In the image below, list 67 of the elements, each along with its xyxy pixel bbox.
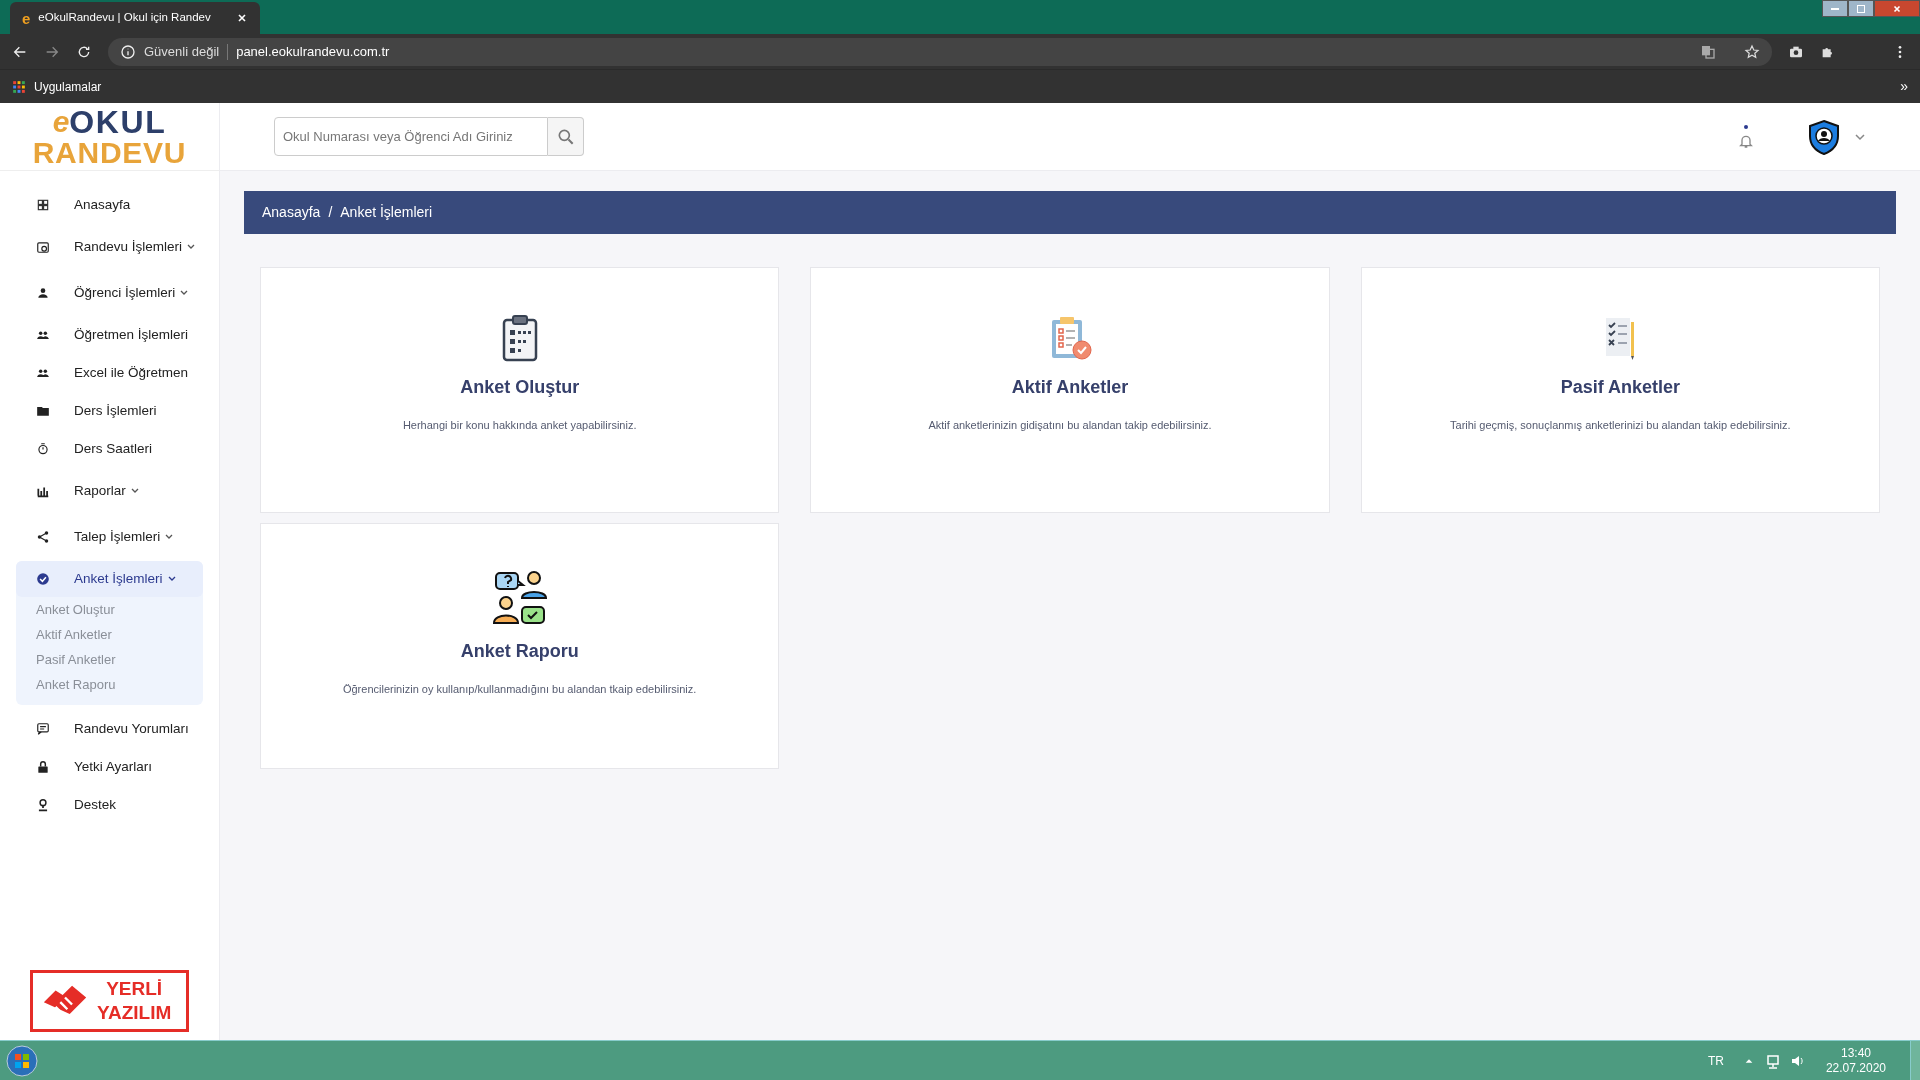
url-text: panel.eokulrandevu.com.tr xyxy=(236,42,390,61)
sidebar-item[interactable]: Ders Saatleri xyxy=(16,431,203,467)
pin-icon xyxy=(36,798,50,812)
clock-time: 13:40 xyxy=(1840,1045,1871,1061)
survey-people-icon xyxy=(491,570,548,626)
restore-button[interactable] xyxy=(1848,0,1874,17)
card-title: Anket Raporu xyxy=(460,640,579,663)
sidebar-item[interactable]: Yetki Ayarları xyxy=(16,749,203,785)
breadcrumb-separator: / xyxy=(328,203,333,222)
share-icon xyxy=(36,530,50,544)
sidebar-item[interactable]: Randevu İşlemleri xyxy=(16,229,203,265)
sidebar-item[interactable]: Ders İşlemleri xyxy=(16,393,203,429)
notification-button[interactable] xyxy=(1738,124,1754,149)
lock-icon xyxy=(36,760,50,774)
chat-icon xyxy=(36,722,50,736)
grid-icon xyxy=(36,198,50,212)
sidebar-item[interactable]: Destek xyxy=(16,787,203,823)
folder-icon xyxy=(36,404,50,418)
sidebar-item[interactable]: Talep İşlemleri xyxy=(16,519,203,555)
survey-card[interactable]: Anket Raporu Öğrencilerinizin oy kullanıp/kullanmadığını bu alandan tkaip edebilirsiniz. xyxy=(260,523,780,769)
survey-card[interactable]: Anket Oluştur Herhangi bir konu hakkında anket yapabilirsiniz. xyxy=(260,267,780,513)
close-icon xyxy=(236,12,248,24)
stopwatch-icon xyxy=(36,442,50,456)
tab-title: eOkulRandevu | Okul için Randev xyxy=(38,10,212,26)
info-icon xyxy=(120,43,136,60)
search-field[interactable]: Okul Numarası veya Öğrenci Adı Giriniz xyxy=(274,117,548,156)
logo-text: RANDEVU xyxy=(32,137,187,168)
clock-date: 22.07.2020 xyxy=(1825,1060,1886,1076)
sidebar-item[interactable]: Excel ile Öğretmen xyxy=(16,355,203,391)
sidebar-item[interactable]: Öğrenci İşlemleri xyxy=(16,275,203,311)
breadcrumb-link[interactable]: Anasayfa xyxy=(262,202,321,223)
card-title: Anket Oluştur xyxy=(460,376,580,399)
card-description: Aktif anketlerinizin gidişatını bu alandan takip edebilirsiniz. xyxy=(927,418,1213,433)
check-circle-icon xyxy=(36,572,50,586)
breadcrumb-link[interactable]: Anket İşlemleri xyxy=(340,202,433,223)
sidebar-item[interactable]: Raporlar xyxy=(16,473,203,509)
person-icon xyxy=(36,286,50,300)
card-description: Öğrencilerinizin oy kullanıp/kullanmadığını bu alandan tkaip edebilirsiniz. xyxy=(341,682,698,697)
logo-text: e xyxy=(52,106,70,137)
tab-favicon: e xyxy=(22,10,31,26)
survey-card[interactable]: Aktif Anketler Aktif anketlerinizin gidişatını bu alandan takip edebilirsiniz. xyxy=(810,267,1330,513)
network-icon xyxy=(1765,1052,1782,1069)
apps-grid-icon xyxy=(12,79,26,94)
survey-card[interactable]: Pasif Anketler Tarihi geçmiş, sonuçlanmış anketlerinizi bu alandan takip edebilirsiniz. xyxy=(1360,267,1880,513)
windows-logo-icon xyxy=(6,1044,38,1077)
translate-icon xyxy=(1700,43,1716,60)
bookmarks-overflow-button[interactable]: » xyxy=(1900,76,1908,97)
card-description: Herhangi bir konu hakkında anket yapabilirsiniz. xyxy=(401,418,638,433)
sidebar-item[interactable]: Anasayfa xyxy=(16,187,203,223)
sidebar-item[interactable]: Öğretmen İşlemleri xyxy=(16,317,203,353)
user-shield-icon xyxy=(1806,118,1842,155)
card-description: Tarihi geçmiş, sonuçlanmış anketlerinizi bu alandan takip edebilirsiniz. xyxy=(1449,418,1792,433)
search-button[interactable] xyxy=(548,117,584,156)
sidebar-item[interactable]: Anket İşlemleri xyxy=(16,561,203,597)
card-title: Aktif Anketler xyxy=(1011,376,1129,399)
security-label: Güvenli değil xyxy=(144,42,220,61)
logo-text: OKUL xyxy=(69,105,167,138)
bookmark-link[interactable]: Uygulamalar xyxy=(34,77,102,96)
address-bar[interactable]: Güvenli değil panel.eokulrandevu.com.tr xyxy=(108,37,1772,66)
star-icon xyxy=(1744,43,1760,60)
sidebar-item[interactable]: Randevu Yorumları xyxy=(16,711,203,747)
close-icon xyxy=(1892,3,1902,14)
card-title: Pasif Anketler xyxy=(1560,376,1680,399)
browser-tab[interactable]: e eOkulRandevu | Okul için Randev xyxy=(10,2,260,34)
local-software-badge: YERLİ YAZILIM xyxy=(30,970,189,1032)
minimize-button[interactable] xyxy=(1822,0,1848,17)
close-button[interactable] xyxy=(1874,0,1920,17)
